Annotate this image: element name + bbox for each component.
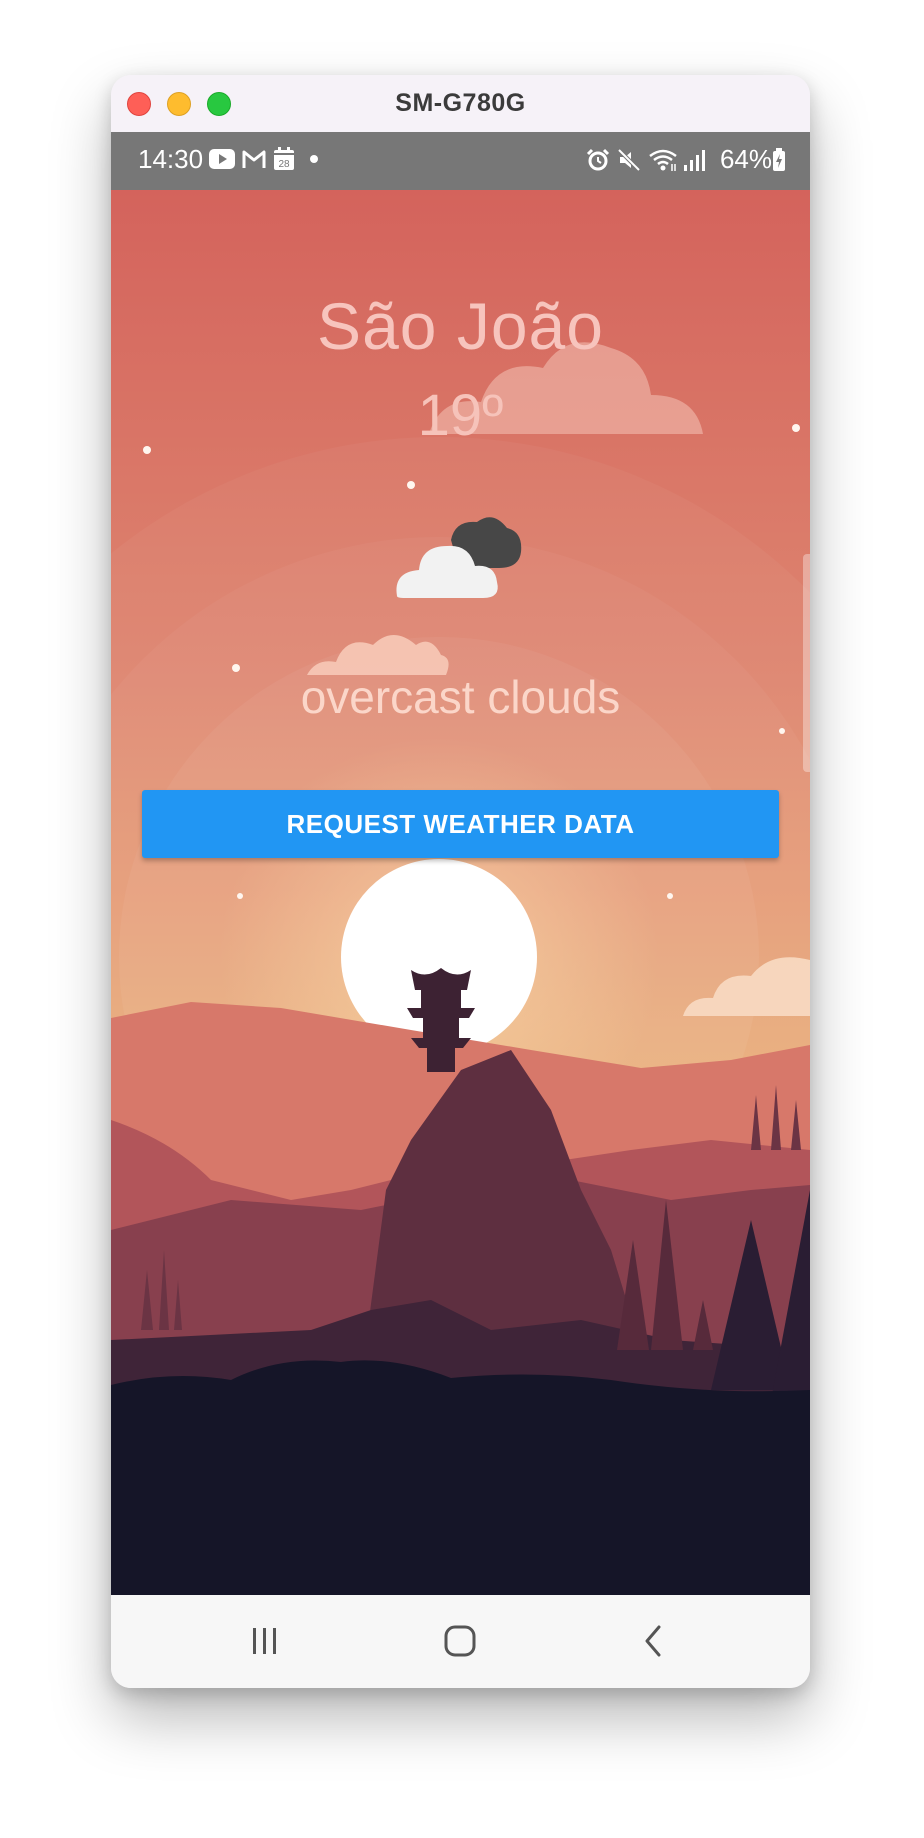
window-titlebar[interactable]: SM-G780G xyxy=(111,75,810,133)
notification-dot-icon xyxy=(310,155,318,163)
gmail-icon xyxy=(242,150,266,168)
phone-screen: 14:30 28 64% São João 19º overcast cloud… xyxy=(111,132,810,1688)
overcast-clouds-icon xyxy=(396,517,522,598)
back-icon xyxy=(645,1625,661,1657)
calendar-day: 28 xyxy=(278,159,290,170)
emulator-window: SM-G780G 14:30 28 64% São João 19º overc… xyxy=(111,75,810,1688)
window-title: SM-G780G xyxy=(395,89,526,117)
scroll-handle[interactable] xyxy=(803,554,810,772)
youtube-icon xyxy=(209,149,235,169)
signal-icon xyxy=(684,150,705,171)
weather-scene: São João 19º overcast clouds REQUEST WEA… xyxy=(111,190,810,1595)
alarm-icon xyxy=(586,148,610,171)
calendar-icon: 28 xyxy=(274,147,294,170)
status-time: 14:30 xyxy=(138,144,204,174)
navigation-bar xyxy=(111,1595,810,1688)
recent-apps-button[interactable] xyxy=(233,1615,297,1667)
status-bar: 14:30 28 64% xyxy=(111,132,810,190)
mute-icon xyxy=(617,148,641,172)
desktop: SM-G780G 14:30 28 64% São João 19º overc… xyxy=(0,0,924,1838)
home-button[interactable] xyxy=(428,1615,492,1667)
wifi-icon xyxy=(649,149,677,171)
battery-icon xyxy=(773,148,785,171)
star xyxy=(237,893,243,899)
city-name: São João xyxy=(317,289,604,363)
back-button[interactable] xyxy=(621,1615,685,1667)
recent-apps-icon xyxy=(253,1628,276,1654)
weather-description: overcast clouds xyxy=(300,671,621,723)
star xyxy=(779,728,785,734)
home-icon xyxy=(444,1625,476,1657)
temperature: 19º xyxy=(417,383,504,448)
star xyxy=(667,893,673,899)
star xyxy=(407,481,415,489)
request-weather-data-button[interactable]: REQUEST WEATHER DATA xyxy=(142,790,779,858)
battery-percentage: 64% xyxy=(719,144,772,174)
